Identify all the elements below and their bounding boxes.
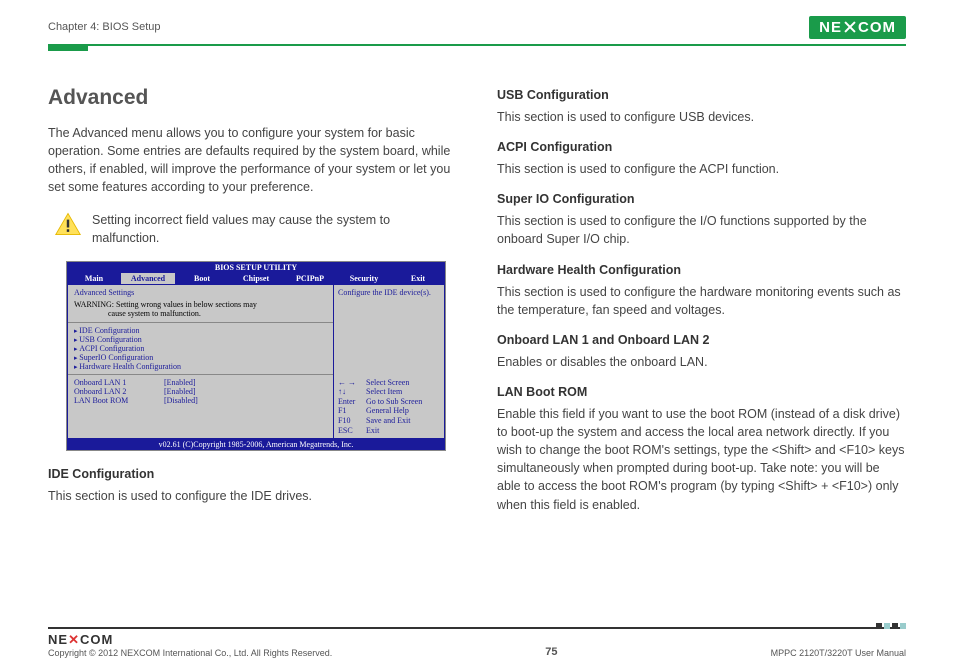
section-heading: LAN Boot ROM <box>497 385 906 399</box>
bios-tab: Chipset <box>229 273 283 284</box>
bios-help-keys: ← →Select Screen ↑↓Select Item EnterGo t… <box>338 378 440 436</box>
bios-kv-row: Onboard LAN 1[Enabled] <box>74 378 327 387</box>
bios-kv-row: LAN Boot ROM[Disabled] <box>74 396 327 405</box>
brand-logo: NECOM <box>809 16 906 39</box>
bios-menu-item: USB Configuration <box>74 335 327 344</box>
bios-tab: PCIPnP <box>283 273 337 284</box>
footer-rule <box>48 627 906 629</box>
bios-help-text: Configure the IDE device(s). <box>338 288 440 297</box>
bios-tabs: Main Advanced Boot Chipset PCIPnP Securi… <box>67 273 445 284</box>
bios-title: BIOS SETUP UTILITY <box>67 262 445 273</box>
bios-tab: Security <box>337 273 391 284</box>
bios-menu-item: Hardware Health Configuration <box>74 362 327 371</box>
bios-warning-line: cause system to malfunction. <box>108 309 201 318</box>
bios-menu-item-selected: IDE Configuration <box>79 326 139 335</box>
section-text: This section is used to configure the I/… <box>497 212 906 248</box>
bios-warning-line: WARNING: Setting wrong values in below s… <box>74 300 257 309</box>
doc-title: MPPC 2120T/3220T User Manual <box>771 648 906 658</box>
ide-text: This section is used to configure the ID… <box>48 487 457 505</box>
bios-tab-active: Advanced <box>121 273 175 284</box>
footer-logo: NE✕COM <box>48 632 332 648</box>
ide-heading: IDE Configuration <box>48 467 457 481</box>
warning-icon <box>54 211 82 237</box>
section-text: Enables or disables the onboard LAN. <box>497 353 906 371</box>
bios-tab: Main <box>67 273 121 284</box>
bios-footer: v02.61 (C)Copyright 1985-2006, American … <box>67 439 445 450</box>
bios-kv-row: Onboard LAN 2[Enabled] <box>74 387 327 396</box>
bios-tab: Boot <box>175 273 229 284</box>
chapter-label: Chapter 4: BIOS Setup <box>48 21 161 33</box>
section-heading: ACPI Configuration <box>497 140 906 154</box>
bios-menu-item: SuperIO Configuration <box>74 353 327 362</box>
section-heading: Onboard LAN 1 and Onboard LAN 2 <box>497 333 906 347</box>
bios-settings-header: Advanced Settings <box>74 288 327 297</box>
section-text: This section is used to configure the ha… <box>497 283 906 319</box>
section-text: This section is used to configure USB de… <box>497 108 906 126</box>
header-rule <box>48 44 906 52</box>
section-text: This section is used to configure the AC… <box>497 160 906 178</box>
intro-paragraph: The Advanced menu allows you to configur… <box>48 124 457 197</box>
section-heading: Hardware Health Configuration <box>497 263 906 277</box>
copyright-text: Copyright © 2012 NEXCOM International Co… <box>48 648 332 658</box>
page-number: 75 <box>332 646 770 658</box>
section-text: Enable this field if you want to use the… <box>497 405 906 514</box>
bios-screenshot: BIOS SETUP UTILITY Main Advanced Boot Ch… <box>66 261 446 451</box>
section-heading: USB Configuration <box>497 88 906 102</box>
page-title: Advanced <box>48 86 457 110</box>
bios-menu-item: ACPI Configuration <box>74 344 327 353</box>
section-heading: Super IO Configuration <box>497 192 906 206</box>
bios-tab: Exit <box>391 273 445 284</box>
warning-text: Setting incorrect field values may cause… <box>92 211 457 247</box>
